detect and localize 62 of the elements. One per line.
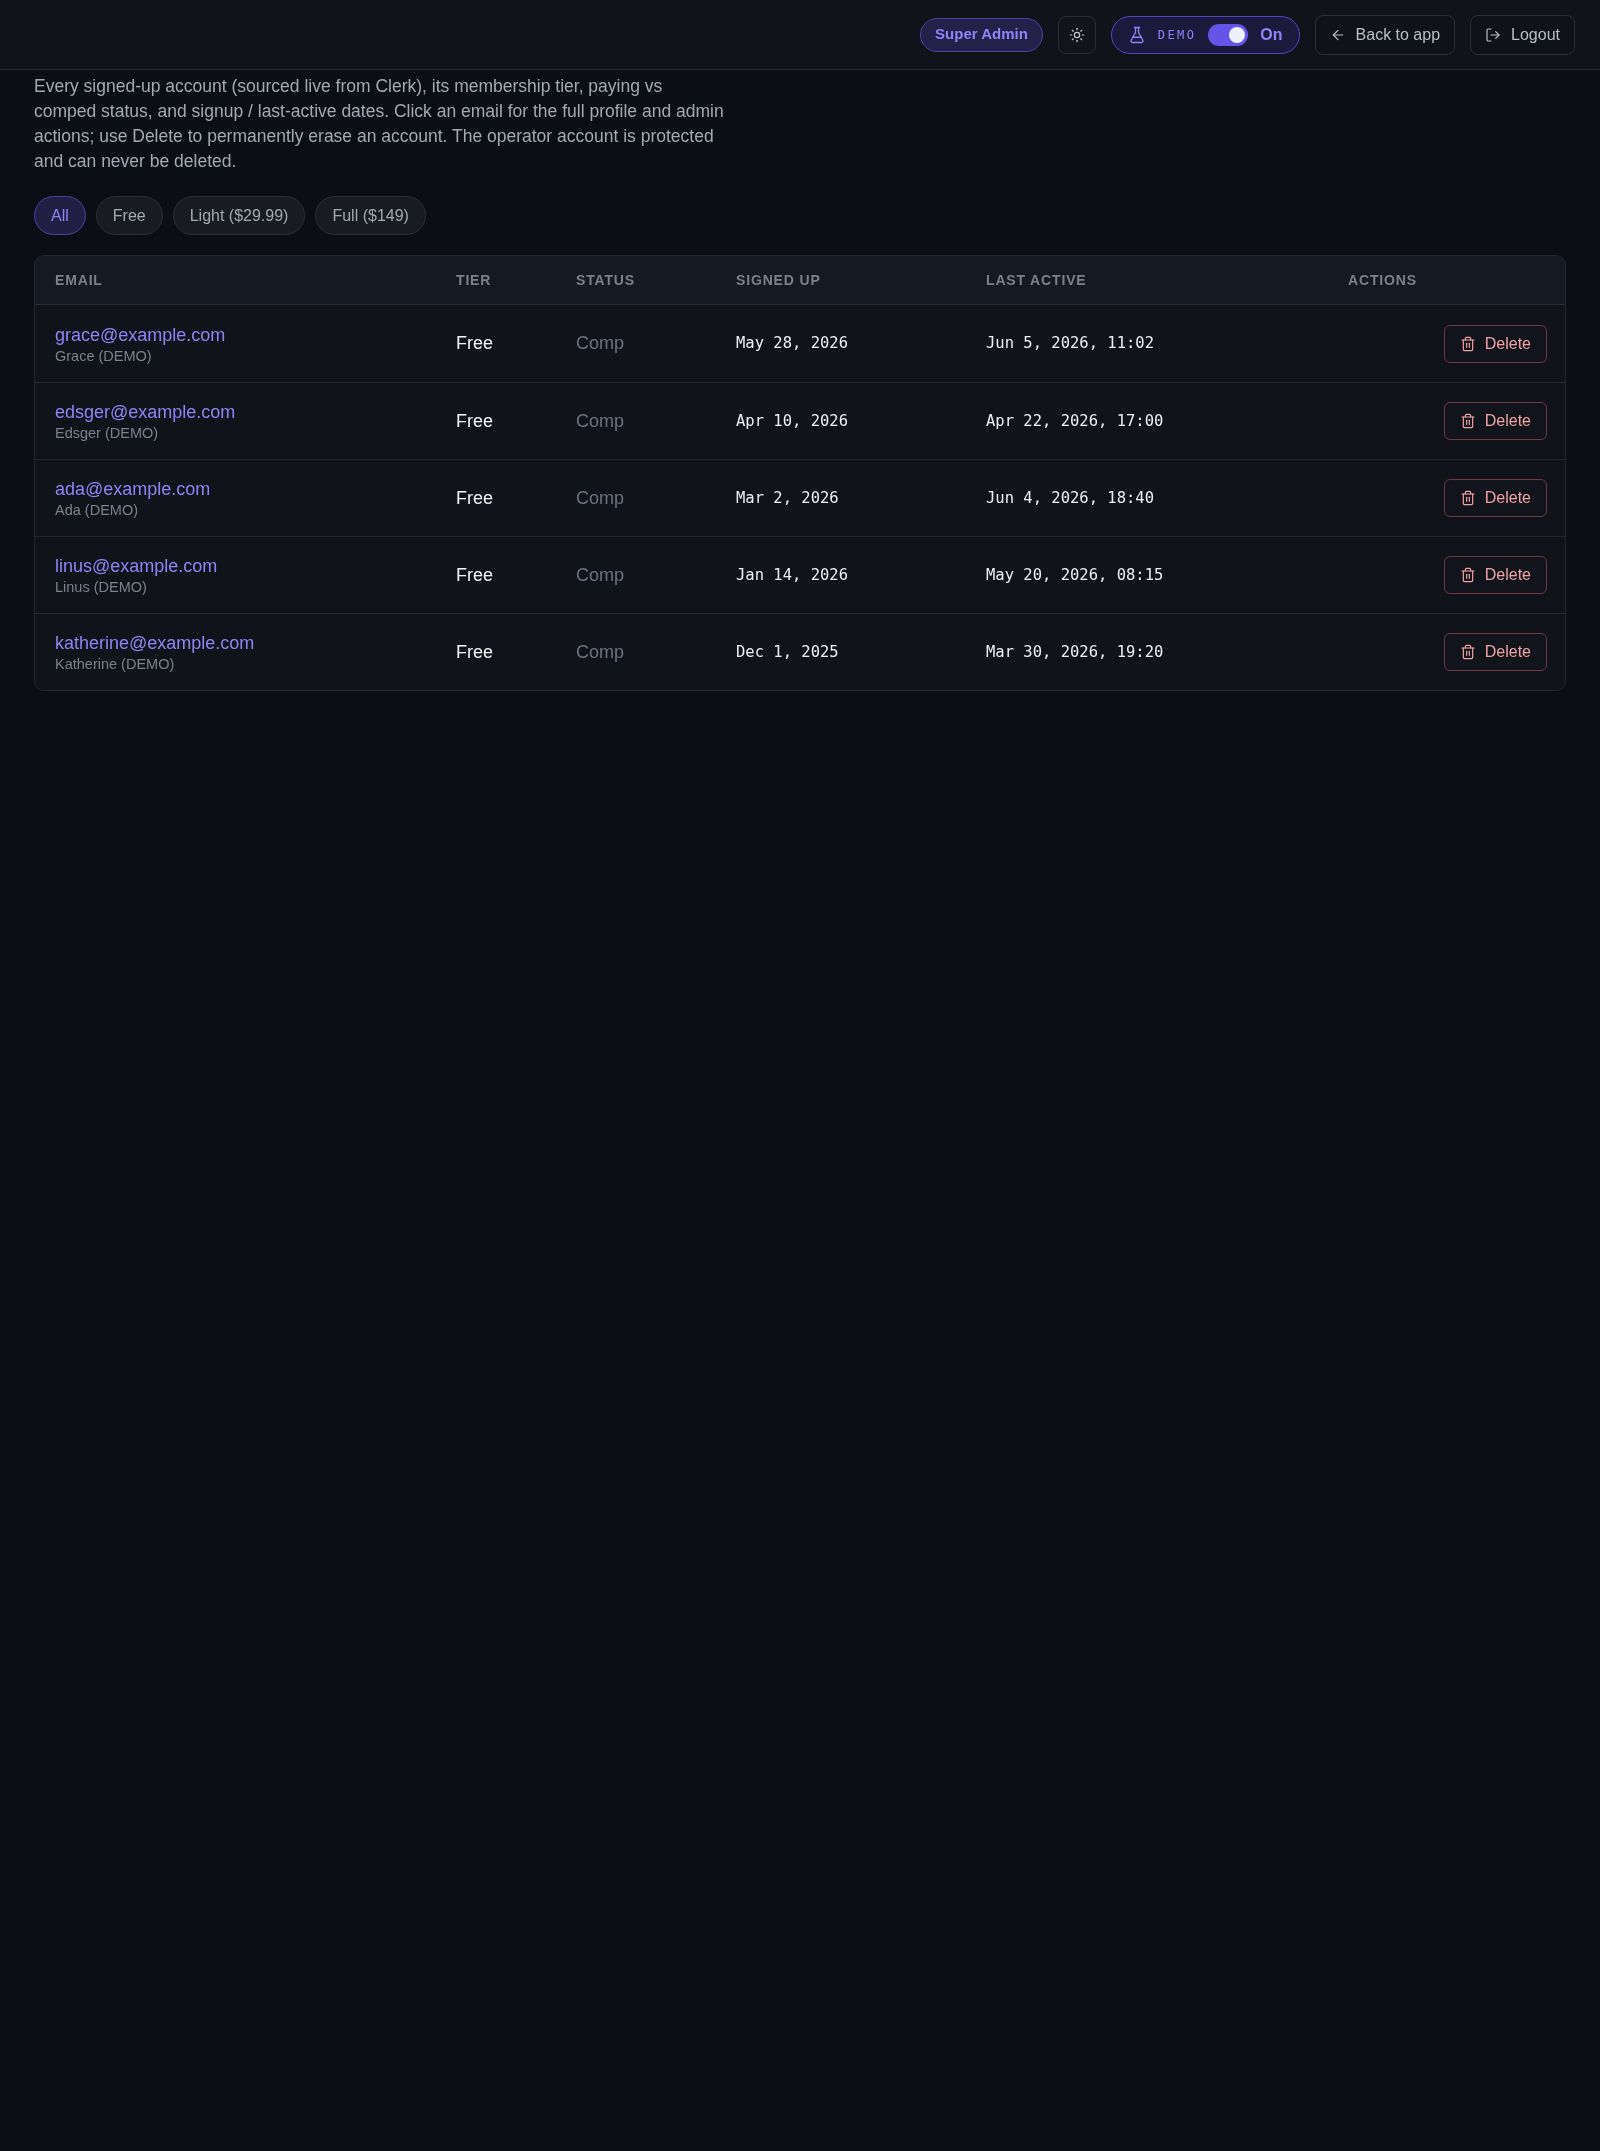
account-name: Katherine (DEMO) bbox=[55, 655, 175, 673]
status-text: Comp bbox=[576, 564, 624, 585]
email-link[interactable]: ada@example.com bbox=[55, 477, 211, 501]
account-name: Ada (DEMO) bbox=[55, 501, 138, 519]
tier-text: Free bbox=[456, 641, 493, 662]
last-active-date: Jun 4, 2026, 18:40 bbox=[986, 488, 1154, 507]
filter-chip[interactable]: All bbox=[34, 196, 86, 235]
status-text: Comp bbox=[576, 487, 624, 508]
flask-icon bbox=[1127, 25, 1146, 44]
sun-icon bbox=[1068, 26, 1085, 43]
demo-label: DEMO bbox=[1157, 26, 1197, 44]
column-header: LAST ACTIVE bbox=[986, 272, 1087, 288]
email-link[interactable]: katherine@example.com bbox=[55, 631, 255, 655]
logout-button[interactable]: Logout bbox=[1470, 14, 1575, 55]
last-active-date: Apr 22, 2026, 17:00 bbox=[986, 411, 1164, 430]
trash-icon bbox=[1459, 567, 1476, 583]
status-text: Comp bbox=[576, 410, 624, 431]
signup-date: Dec 1, 2025 bbox=[736, 642, 839, 661]
delete-button[interactable]: Delete bbox=[1443, 324, 1547, 363]
email-link[interactable]: edsger@example.com bbox=[55, 400, 236, 424]
signup-date: Apr 10, 2026 bbox=[736, 411, 848, 430]
delete-button[interactable]: Delete bbox=[1443, 556, 1547, 594]
demo-state-text: On bbox=[1260, 24, 1283, 45]
trash-icon bbox=[1459, 335, 1476, 352]
back-button[interactable]: Back to app bbox=[1314, 14, 1456, 55]
trash-icon bbox=[1459, 644, 1476, 660]
column-header: SIGNED UP bbox=[736, 272, 821, 288]
tier-text: Free bbox=[456, 487, 493, 508]
filter-chip[interactable]: Full ($149) bbox=[315, 196, 426, 235]
tier-text: Free bbox=[456, 333, 493, 353]
account-name: Linus (DEMO) bbox=[55, 578, 147, 596]
signup-date: May 28, 2026 bbox=[736, 334, 848, 353]
status-text: Comp bbox=[576, 641, 624, 662]
last-active-date: Mar 30, 2026, 19:20 bbox=[986, 642, 1164, 661]
trash-icon bbox=[1459, 490, 1476, 506]
signup-date: Mar 2, 2026 bbox=[736, 488, 839, 507]
column-header: STATUS bbox=[576, 272, 635, 288]
tier-text: Free bbox=[456, 564, 493, 585]
column-header: EMAIL bbox=[55, 272, 103, 288]
filter-chip[interactable]: Free bbox=[95, 196, 163, 235]
account-name: Grace (DEMO) bbox=[55, 346, 152, 365]
filter-chip[interactable]: Light ($29.99) bbox=[172, 196, 306, 235]
logout-icon bbox=[1485, 26, 1502, 43]
role-badge: Super Admin bbox=[920, 17, 1043, 52]
delete-button[interactable]: Delete bbox=[1443, 479, 1547, 517]
status-text: Comp bbox=[576, 333, 624, 353]
page-description: Every signed-up account (sourced live from Clerk), its membership tier, paying vs comped status, and signup / last-active dates. Click an email for the full profile and admin actions; use Delete to permanently erase an account. The operator account is protected and can never be deleted. bbox=[34, 75, 725, 173]
tier-text: Free bbox=[456, 410, 493, 431]
last-active-date: Jun 5, 2026, 11:02 bbox=[986, 334, 1154, 353]
theme-toggle-button[interactable] bbox=[1057, 15, 1096, 54]
last-active-date: May 20, 2026, 08:15 bbox=[986, 565, 1164, 584]
signup-date: Jan 14, 2026 bbox=[736, 565, 848, 584]
demo-mode-toggle[interactable]: DEMO On bbox=[1110, 15, 1300, 54]
account-name: Edsger (DEMO) bbox=[55, 424, 159, 442]
column-header: TIER bbox=[456, 272, 492, 288]
delete-button[interactable]: Delete bbox=[1443, 633, 1547, 671]
toggle-switch[interactable] bbox=[1208, 23, 1249, 46]
email-link[interactable]: linus@example.com bbox=[55, 554, 218, 578]
email-link[interactable]: grace@example.com bbox=[55, 322, 226, 347]
trash-icon bbox=[1459, 413, 1476, 429]
delete-button[interactable]: Delete bbox=[1443, 402, 1547, 440]
column-header: ACTIONS bbox=[1348, 272, 1417, 288]
